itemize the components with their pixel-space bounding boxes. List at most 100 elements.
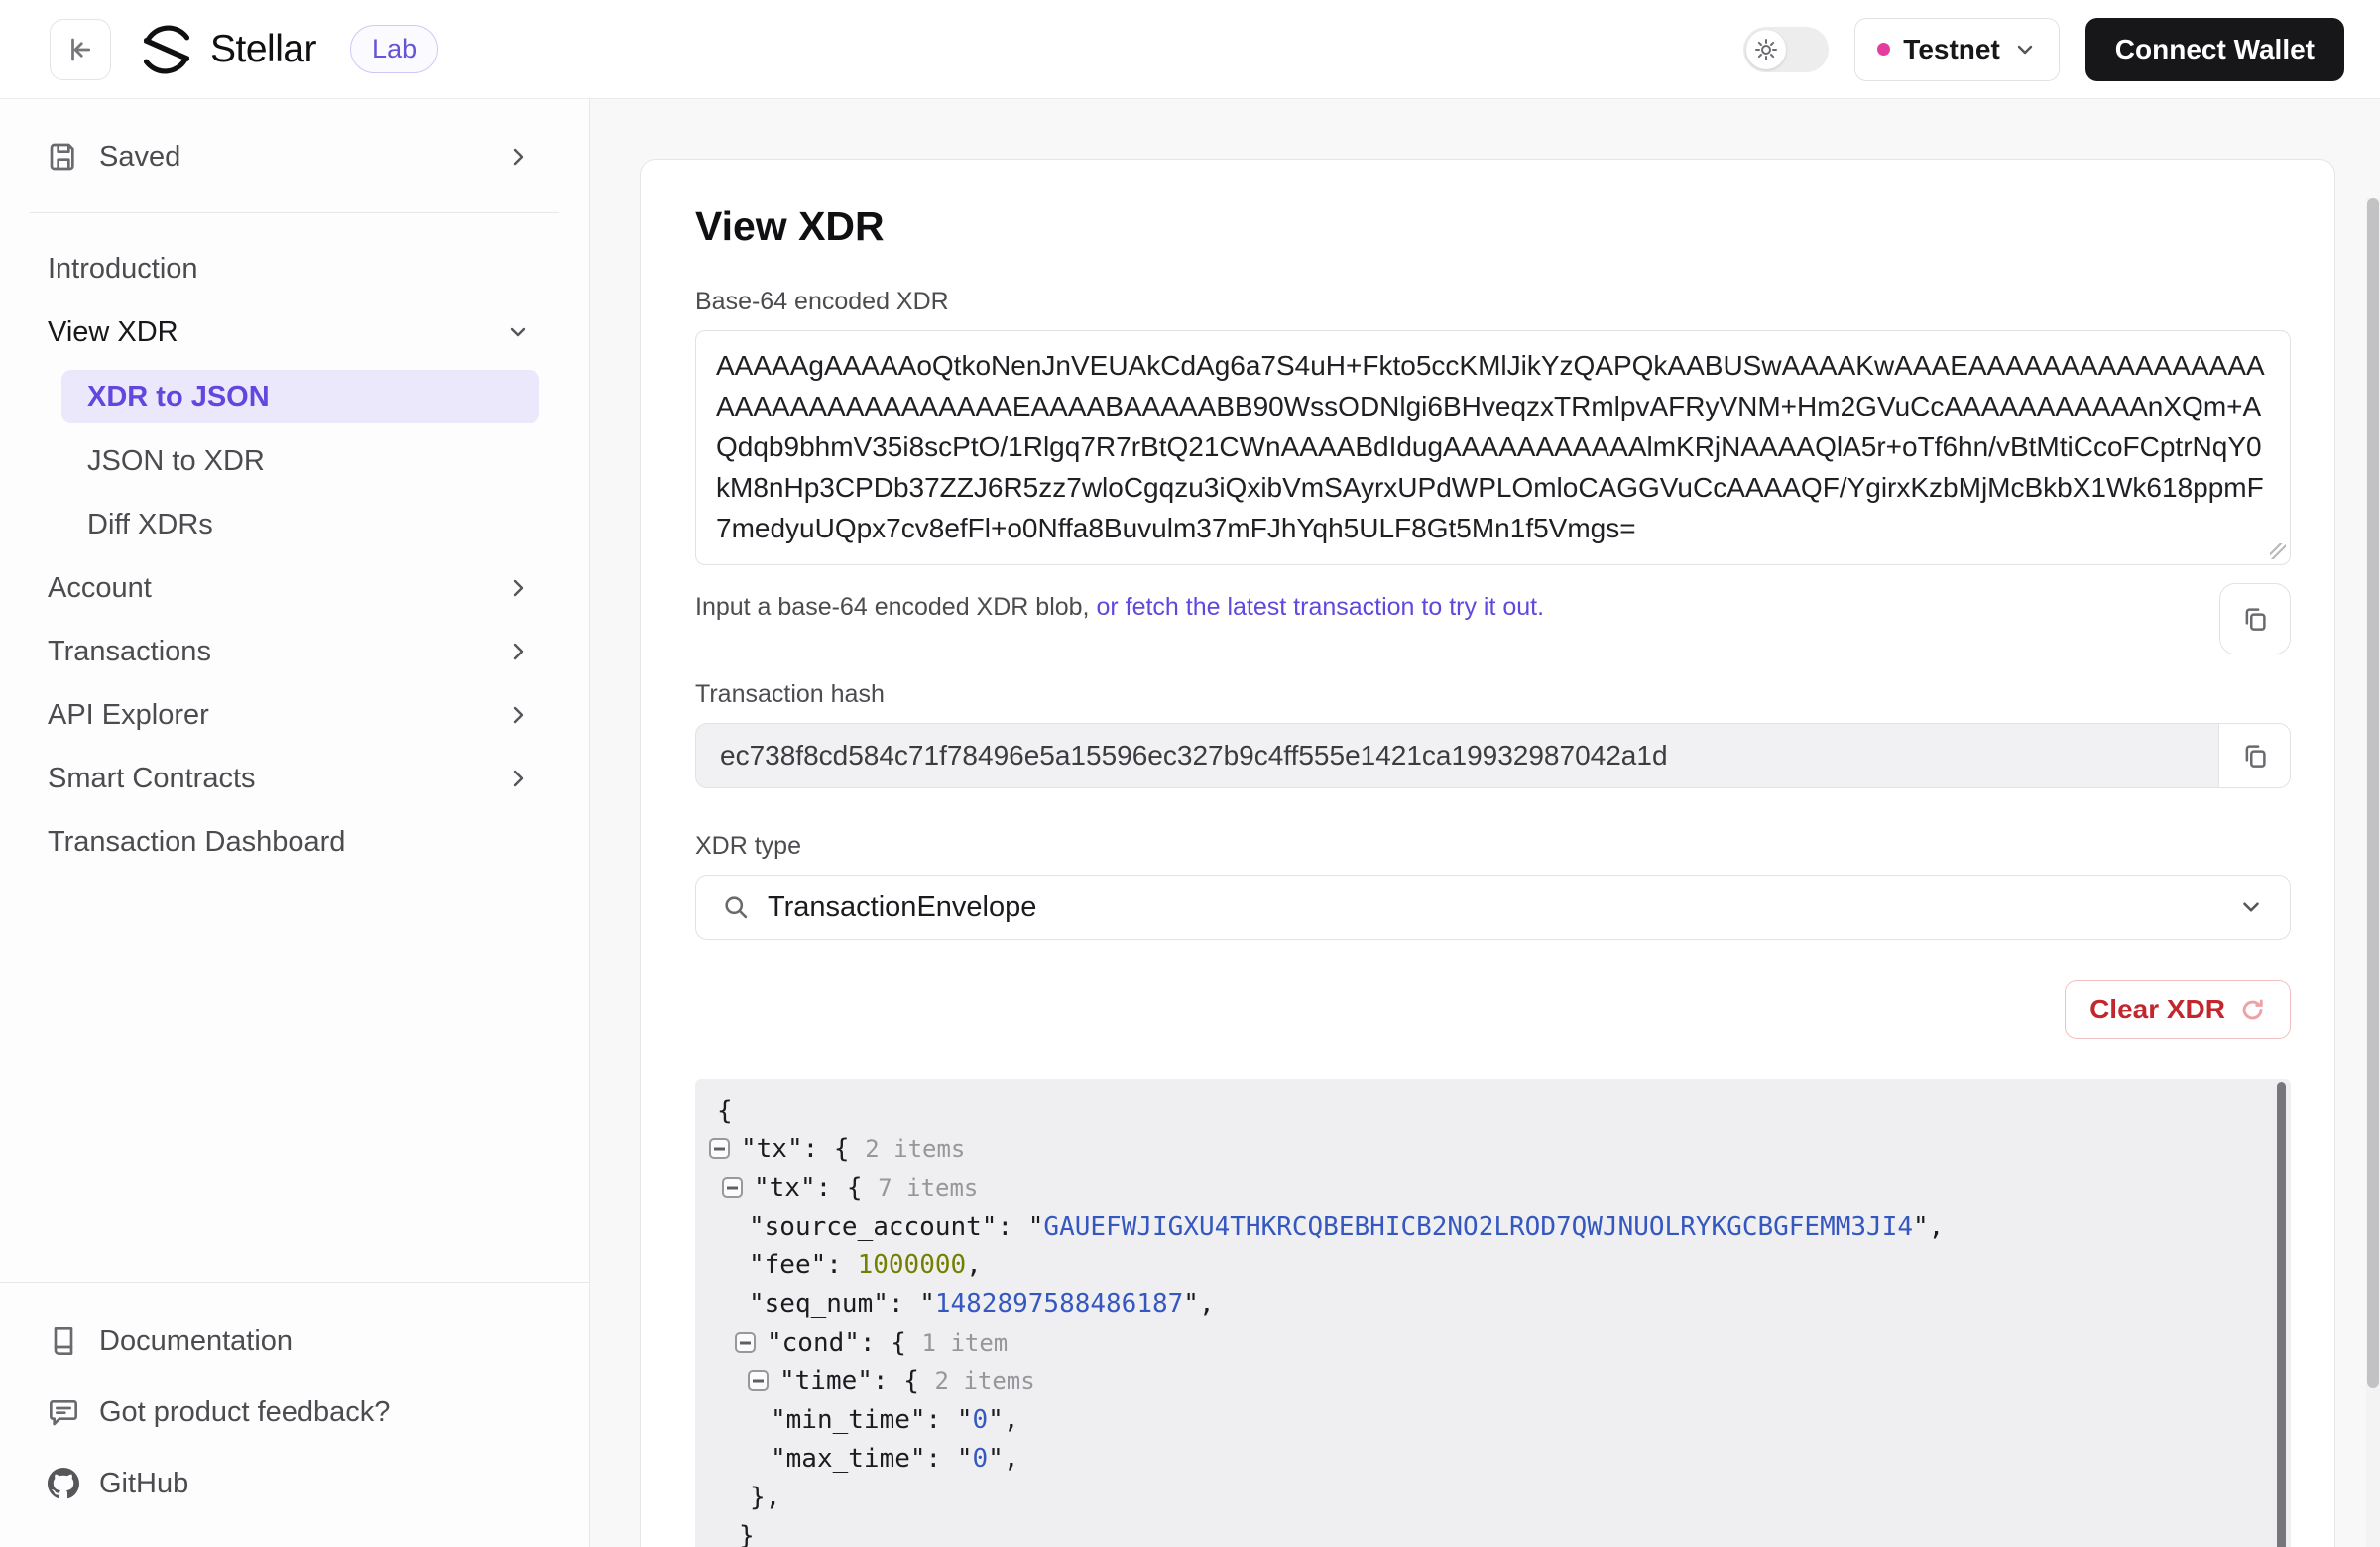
clear-xdr-row: Clear XDR (695, 980, 2291, 1039)
sidebar-item-introduction[interactable]: Introduction (0, 237, 589, 300)
sidebar-item-json-to-xdr[interactable]: JSON to XDR (0, 429, 589, 493)
collapse-toggle-icon[interactable] (709, 1138, 730, 1159)
collapse-sidebar-button[interactable] (50, 19, 111, 80)
save-icon (48, 141, 79, 173)
chevron-right-icon (506, 703, 530, 727)
sidebar: Saved Introduction View XDR XDR to JSON JSO… (0, 99, 590, 1547)
copy-hash-button[interactable] (2218, 724, 2290, 787)
sidebar-item-smart-contracts[interactable]: Smart Contracts (0, 747, 589, 810)
json-line: }, (703, 1478, 2261, 1516)
transaction-hash-field: ec738f8cd584c71f78496e5a15596ec327b9c4ff… (695, 723, 2291, 788)
fetch-latest-transaction-link[interactable]: or fetch the latest transaction to try i… (1096, 593, 1544, 621)
page-body: Saved Introduction View XDR XDR to JSON JSO… (0, 99, 2380, 1547)
collapse-toggle-icon[interactable] (722, 1177, 743, 1198)
base64-xdr-field: AAAAAgAAAAAoQtkoNenJnVEUAkCdAg6a7S4uH+Fk… (695, 330, 2291, 565)
sidebar-nav: Introduction View XDR XDR to JSON JSON to X… (0, 237, 589, 874)
sidebar-footer-label: Documentation (99, 1325, 293, 1358)
page-scrollbar-thumb[interactable] (2367, 198, 2379, 1388)
json-viewer-scrollbar[interactable] (2277, 1082, 2286, 1547)
copy-xdr-button[interactable] (2219, 583, 2291, 654)
base64-xdr-label: Base-64 encoded XDR (695, 288, 2291, 316)
xdr-type-select[interactable]: TransactionEnvelope (695, 875, 2291, 940)
copy-icon (2240, 741, 2270, 771)
sidebar-divider (30, 212, 559, 213)
sidebar-item-label: Account (48, 572, 152, 605)
sidebar-item-account[interactable]: Account (0, 556, 589, 620)
page-scrollbar[interactable] (2366, 198, 2380, 1547)
base64-xdr-textarea[interactable]: AAAAAgAAAAAoQtkoNenJnVEUAkCdAg6a7S4uH+Fk… (695, 330, 2291, 565)
stellar-logo-icon (139, 22, 194, 77)
json-viewer: {"tx": { 2 items"tx": { 7 items"source_a… (695, 1079, 2291, 1547)
sidebar-item-documentation[interactable]: Documentation (0, 1305, 589, 1376)
sidebar-item-feedback[interactable]: Got product feedback? (0, 1376, 589, 1448)
header-left: Stellar Lab (50, 19, 438, 80)
page-title: View XDR (695, 203, 2291, 250)
json-line: "max_time": "0", (703, 1439, 2261, 1478)
book-icon (48, 1325, 79, 1357)
header-right: Testnet Connect Wallet (1743, 18, 2344, 81)
chevron-right-icon (506, 145, 530, 169)
sidebar-item-api-explorer[interactable]: API Explorer (0, 683, 589, 747)
header: Stellar Lab Testnet Connect Wallet (0, 0, 2380, 99)
sidebar-item-label: Introduction (48, 253, 198, 286)
theme-toggle[interactable] (1743, 27, 1829, 72)
stellar-logo[interactable]: Stellar (139, 22, 316, 77)
main-area: View XDR Base-64 encoded XDR AAAAAgAAAAA… (590, 99, 2380, 1547)
json-lines: {"tx": { 2 items"tx": { 7 items"source_a… (703, 1091, 2261, 1547)
json-line: "min_time": "0", (703, 1400, 2261, 1439)
json-line: "time": { 2 items (703, 1362, 2261, 1400)
transaction-hash-value[interactable]: ec738f8cd584c71f78496e5a15596ec327b9c4ff… (696, 724, 2218, 787)
json-line: { (703, 1091, 2261, 1130)
transaction-hash-label: Transaction hash (695, 680, 2291, 709)
sidebar-item-label: API Explorer (48, 699, 209, 732)
chevron-down-icon (2238, 894, 2264, 920)
clear-xdr-label: Clear XDR (2089, 994, 2225, 1025)
json-line: "cond": { 1 item (703, 1323, 2261, 1362)
github-icon (48, 1468, 79, 1499)
refresh-icon (2239, 997, 2266, 1023)
sidebar-item-transaction-dashboard[interactable]: Transaction Dashboard (0, 810, 589, 874)
sidebar-top: Saved Introduction View XDR XDR to JSON JSO… (0, 99, 589, 874)
network-selector[interactable]: Testnet (1854, 18, 2060, 81)
json-line: "fee": 1000000, (703, 1246, 2261, 1284)
xdr-hint: Input a base-64 encoded XDR blob, or fet… (695, 583, 1544, 622)
sidebar-item-label: View XDR (48, 316, 178, 349)
json-line: } (703, 1516, 2261, 1547)
chevron-right-icon (506, 767, 530, 790)
connect-wallet-button[interactable]: Connect Wallet (2085, 18, 2344, 81)
sidebar-item-xdr-to-json[interactable]: XDR to JSON (61, 370, 539, 423)
json-line: "source_account": "GAUEFWJIGXU4THKRCQBEB… (703, 1207, 2261, 1246)
xdr-hint-text: Input a base-64 encoded XDR blob, (695, 593, 1096, 621)
sidebar-item-diff-xdrs[interactable]: Diff XDRs (0, 493, 589, 556)
feedback-icon (48, 1396, 79, 1428)
network-label: Testnet (1903, 34, 2000, 65)
sun-icon (1754, 38, 1778, 61)
xdr-hint-row: Input a base-64 encoded XDR blob, or fet… (695, 583, 2291, 654)
chevron-down-icon (2013, 38, 2037, 61)
sidebar-item-label: XDR to JSON (87, 381, 270, 414)
view-xdr-card: View XDR Base-64 encoded XDR AAAAAgAAAAA… (640, 159, 2335, 1547)
sidebar-footer-label: Got product feedback? (99, 1396, 390, 1429)
sidebar-footer: Documentation Got product feedback? GitH… (0, 1282, 589, 1547)
resize-grip[interactable] (2270, 543, 2286, 559)
sidebar-item-label: Transaction Dashboard (48, 826, 345, 859)
collapse-toggle-icon[interactable] (748, 1370, 769, 1391)
lab-badge: Lab (350, 25, 438, 73)
clear-xdr-button[interactable]: Clear XDR (2065, 980, 2291, 1039)
collapse-toggle-icon[interactable] (735, 1332, 756, 1353)
json-line: "tx": { 2 items (703, 1130, 2261, 1168)
copy-icon (2240, 604, 2270, 634)
sidebar-item-saved[interactable]: Saved (0, 125, 589, 188)
theme-toggle-knob (1746, 30, 1786, 69)
chevron-down-icon (506, 320, 530, 344)
search-icon (722, 893, 750, 921)
sidebar-item-github[interactable]: GitHub (0, 1448, 589, 1519)
sidebar-footer-label: GitHub (99, 1468, 188, 1500)
sidebar-item-view-xdr[interactable]: View XDR (0, 300, 589, 364)
sidebar-item-label: Saved (99, 141, 180, 174)
sidebar-item-label: JSON to XDR (87, 445, 265, 478)
sidebar-item-label: Smart Contracts (48, 763, 256, 795)
xdr-type-label: XDR type (695, 832, 2291, 861)
sidebar-item-transactions[interactable]: Transactions (0, 620, 589, 683)
json-line: "tx": { 7 items (703, 1168, 2261, 1207)
